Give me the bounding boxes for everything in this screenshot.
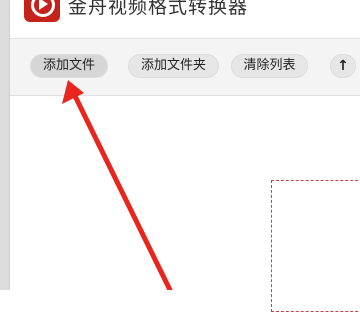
add-file-button[interactable]: 添加文件: [30, 54, 108, 78]
add-folder-button[interactable]: 添加文件夹: [128, 54, 219, 78]
clear-list-button[interactable]: 清除列表: [231, 54, 308, 78]
arrow-up-icon: ↑: [337, 58, 349, 74]
toolbar: 添加文件 添加文件夹 清除列表 ↑: [10, 39, 360, 96]
drop-zone[interactable]: [271, 180, 360, 312]
video-play-icon: [24, 0, 60, 22]
window-left-edge: [0, 0, 10, 290]
app-title: 金舟视频格式转换器: [68, 0, 249, 18]
move-up-button[interactable]: ↑: [330, 54, 356, 78]
